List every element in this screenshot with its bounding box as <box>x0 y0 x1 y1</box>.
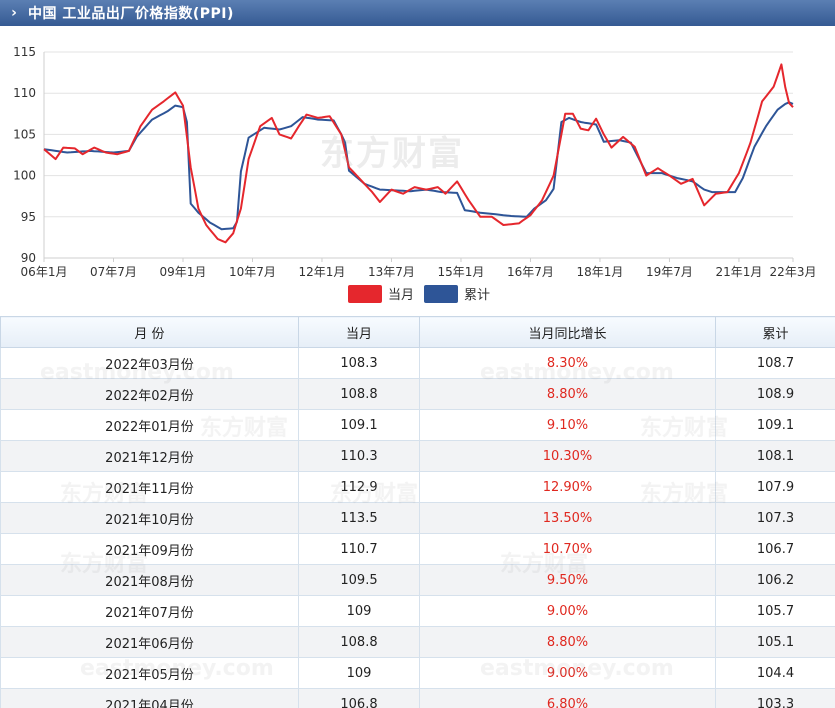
cell-cumulative: 109.1 <box>715 409 835 441</box>
table-body: 2022年03月份 108.3 8.30% 108.7 2022年02月份 108.8 8.… <box>0 347 835 708</box>
cell-month: 2021年10月份 <box>0 502 299 534</box>
x-tick-label: 13年7月 <box>368 265 415 279</box>
page-title: 中国 工业品出厂价格指数(PPI) <box>28 6 234 22</box>
column-header-month[interactable]: 月 份 <box>0 316 299 348</box>
y-tick-label: 105 <box>13 127 36 141</box>
cell-current: 110.3 <box>298 440 420 472</box>
y-tick-label: 115 <box>13 45 36 59</box>
cell-current: 113.5 <box>298 502 420 534</box>
table-row[interactable]: 2021年09月份 110.7 10.70% 106.7 <box>0 533 835 565</box>
cell-cumulative: 106.7 <box>715 533 835 565</box>
x-tick-label: 06年1月 <box>21 265 68 279</box>
y-tick-label: 90 <box>21 251 36 265</box>
x-tick-label: 21年1月 <box>715 265 762 279</box>
column-header-yoy[interactable]: 当月同比增长 <box>419 316 716 348</box>
table-row[interactable]: 2021年12月份 110.3 10.30% 108.1 <box>0 440 835 472</box>
cell-current: 112.9 <box>298 471 420 503</box>
legend-swatch-cumulative <box>424 284 458 303</box>
cell-current: 110.7 <box>298 533 420 565</box>
x-tick-label: 10年7月 <box>229 265 276 279</box>
cell-cumulative: 108.9 <box>715 378 835 410</box>
cell-yoy: 9.00% <box>419 657 716 689</box>
y-tick-label: 100 <box>13 169 36 183</box>
x-tick-label: 19年7月 <box>646 265 693 279</box>
cell-month: 2021年06月份 <box>0 626 299 658</box>
cell-yoy: 12.90% <box>419 471 716 503</box>
cell-month: 2022年01月份 <box>0 409 299 441</box>
legend-item-current[interactable]: 当月 <box>348 284 414 303</box>
cell-month: 2021年09月份 <box>0 533 299 565</box>
cell-yoy: 8.30% <box>419 347 716 379</box>
table-row[interactable]: 2022年01月份 109.1 9.10% 109.1 <box>0 409 835 441</box>
cell-yoy: 10.70% <box>419 533 716 565</box>
cell-month: 2021年04月份 <box>0 688 299 708</box>
cell-cumulative: 103.3 <box>715 688 835 708</box>
cell-yoy: 9.50% <box>419 564 716 596</box>
cell-month: 2022年02月份 <box>0 378 299 410</box>
cell-yoy: 10.30% <box>419 440 716 472</box>
cell-month: 2021年07月份 <box>0 595 299 627</box>
cell-cumulative: 108.7 <box>715 347 835 379</box>
legend-swatch-current <box>348 284 382 303</box>
cell-yoy: 8.80% <box>419 378 716 410</box>
cell-current: 109.5 <box>298 564 420 596</box>
column-header-current[interactable]: 当月 <box>298 316 420 348</box>
legend-label-cumulative: 累计 <box>464 288 491 303</box>
cell-yoy: 8.80% <box>419 626 716 658</box>
cell-cumulative: 105.1 <box>715 626 835 658</box>
cell-cumulative: 105.7 <box>715 595 835 627</box>
table-row[interactable]: 2022年02月份 108.8 8.80% 108.9 <box>0 378 835 410</box>
table-row[interactable]: 2021年10月份 113.5 13.50% 107.3 <box>0 502 835 534</box>
y-tick-label: 110 <box>13 86 36 100</box>
cell-current: 109.1 <box>298 409 420 441</box>
page-header: › 中国 工业品出厂价格指数(PPI) <box>0 0 835 26</box>
ppi-table: 月 份 当月 当月同比增长 累计 2022年03月份 108.3 8.30% 108.… <box>0 316 835 708</box>
cell-current: 109 <box>298 595 420 627</box>
cell-cumulative: 107.3 <box>715 502 835 534</box>
table-row[interactable]: 2022年03月份 108.3 8.30% 108.7 <box>0 347 835 379</box>
table-row[interactable]: 2021年11月份 112.9 12.90% 107.9 <box>0 471 835 503</box>
cell-yoy: 6.80% <box>419 688 716 708</box>
cell-current: 109 <box>298 657 420 689</box>
legend-item-cumulative[interactable]: 累计 <box>424 284 490 303</box>
cell-month: 2021年05月份 <box>0 657 299 689</box>
table-row[interactable]: 2021年08月份 109.5 9.50% 106.2 <box>0 564 835 596</box>
cell-month: 2021年11月份 <box>0 471 299 503</box>
cell-current: 108.3 <box>298 347 420 379</box>
table-row[interactable]: 2021年05月份 109 9.00% 104.4 <box>0 657 835 689</box>
x-tick-label: 15年1月 <box>438 265 485 279</box>
cell-month: 2021年08月份 <box>0 564 299 596</box>
table-header-row: 月 份 当月 当月同比增长 累计 <box>0 316 835 348</box>
table-row[interactable]: 2021年06月份 108.8 8.80% 105.1 <box>0 626 835 658</box>
cell-cumulative: 108.1 <box>715 440 835 472</box>
legend-label-current: 当月 <box>388 288 415 303</box>
cell-cumulative: 107.9 <box>715 471 835 503</box>
table-row[interactable]: 2021年07月份 109 9.00% 105.7 <box>0 595 835 627</box>
ppi-chart: 90 95 100 105 110 115 06年1月 07年7月 09年1月 10年7月 12年1… <box>0 26 835 314</box>
x-tick-label: 07年7月 <box>90 265 137 279</box>
cell-cumulative: 106.2 <box>715 564 835 596</box>
ppi-table-wrap: 月 份 当月 当月同比增长 累计 2022年03月份 108.3 8.30% 108.… <box>0 316 835 708</box>
cell-current: 108.8 <box>298 378 420 410</box>
cell-current: 108.8 <box>298 626 420 658</box>
cell-yoy: 9.00% <box>419 595 716 627</box>
cell-yoy: 9.10% <box>419 409 716 441</box>
cell-yoy: 13.50% <box>419 502 716 534</box>
x-tick-label: 09年1月 <box>160 265 207 279</box>
chevron-right-icon[interactable]: › <box>0 5 28 21</box>
x-tick-label: 16年7月 <box>507 265 554 279</box>
x-tick-label: 18年1月 <box>577 265 624 279</box>
chart-watermark: 东方财富 <box>320 134 464 174</box>
chart-legend: 当月 累计 <box>0 284 835 306</box>
cell-current: 106.8 <box>298 688 420 708</box>
column-header-cumulative[interactable]: 累计 <box>715 316 835 348</box>
cell-month: 2022年03月份 <box>0 347 299 379</box>
cell-month: 2021年12月份 <box>0 440 299 472</box>
table-row[interactable]: 2021年04月份 106.8 6.80% 103.3 <box>0 688 835 708</box>
x-tick-label: 12年1月 <box>299 265 346 279</box>
y-tick-label: 95 <box>21 210 36 224</box>
x-tick-label: 22年3月 <box>770 265 817 279</box>
cell-cumulative: 104.4 <box>715 657 835 689</box>
